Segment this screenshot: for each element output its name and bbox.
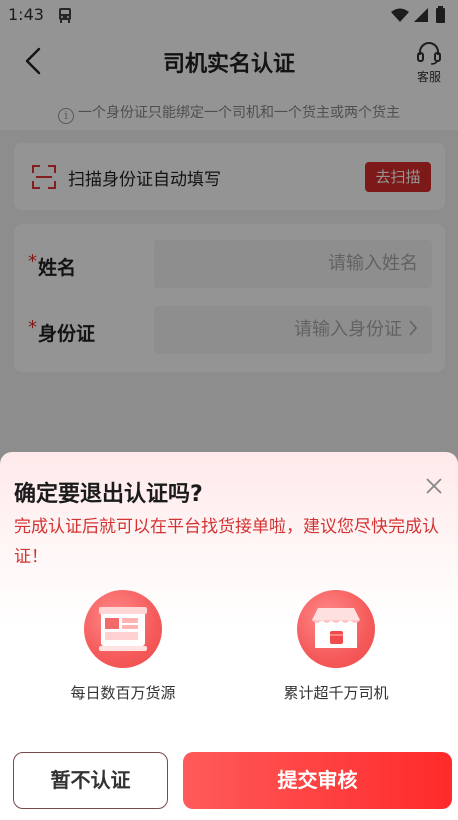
dialog-title: 确定要退出认证吗? [14,482,203,507]
dialog-description: 完成认证后就可以在平台找货接单啦，建议您尽快完成认证！ [14,517,439,567]
feature-drivers: 累计超千万司机 [246,590,426,703]
storefront-icon [297,590,375,668]
feature-drivers-caption: 累计超千万司机 [283,684,389,702]
close-icon[interactable] [424,476,444,496]
feature-goods: 每日数百万货源 [33,590,213,703]
exit-confirm-sheet: 确定要退出认证吗? 完成认证后就可以在平台找货接单啦，建议您尽快完成认证！ 每日… [0,452,458,820]
submit-review-button[interactable]: 提交审核 [183,752,452,809]
cargo-board-icon [84,590,162,668]
skip-verification-button[interactable]: 暂不认证 [13,752,168,809]
feature-goods-caption: 每日数百万货源 [70,684,176,702]
